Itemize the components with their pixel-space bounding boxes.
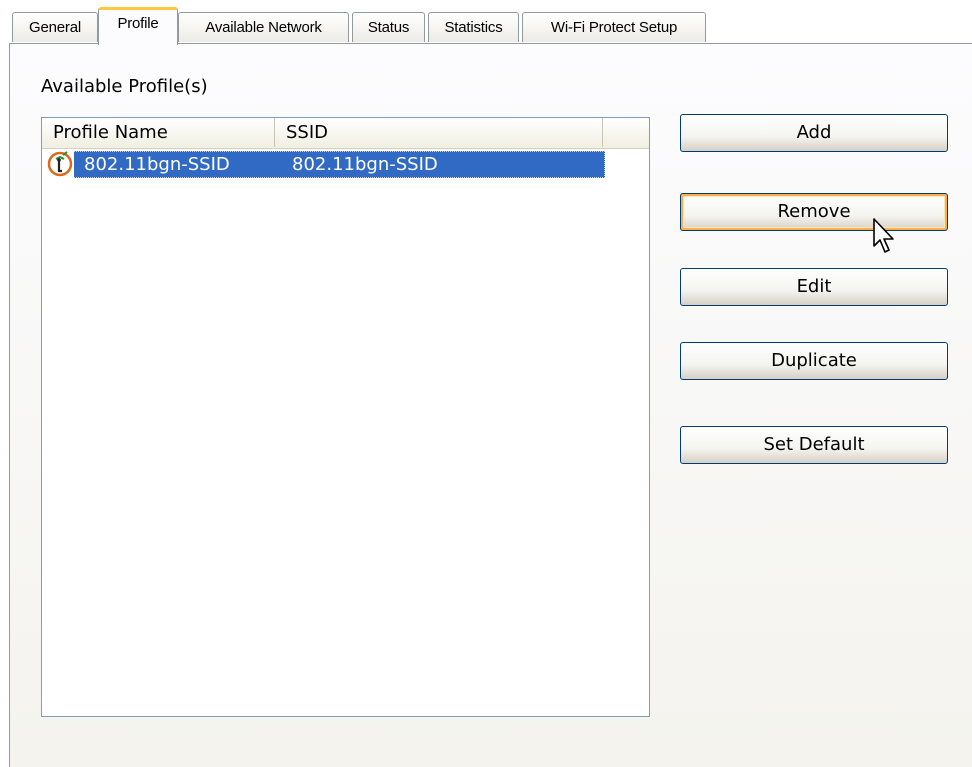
table-row[interactable]: 802.11bgn-SSID 802.11bgn-SSID (46, 150, 605, 178)
arrow-cursor-icon (872, 218, 896, 260)
ssid-cell: 802.11bgn-SSID (292, 154, 438, 175)
remove-button[interactable]: Remove (680, 193, 948, 231)
tab-general[interactable]: General (12, 12, 98, 42)
list-header: Profile Name SSID (42, 118, 649, 149)
wireless-profile-icon (46, 150, 74, 178)
duplicate-button[interactable]: Duplicate (680, 342, 948, 380)
tab-strip: General Profile Available Network Status… (0, 0, 972, 45)
tab-available-network[interactable]: Available Network (178, 12, 349, 42)
available-profiles-label: Available Profile(s) (41, 76, 208, 97)
tab-statistics[interactable]: Statistics (428, 12, 519, 42)
profile-name-cell: 802.11bgn-SSID (84, 154, 230, 175)
edit-button[interactable]: Edit (680, 268, 948, 306)
add-button[interactable]: Add (680, 114, 948, 152)
set-default-button[interactable]: Set Default (680, 426, 948, 464)
tab-wifi-protect-setup[interactable]: Wi-Fi Protect Setup (522, 12, 706, 42)
tab-profile[interactable]: Profile (98, 7, 178, 45)
column-header-profile-name[interactable]: Profile Name (42, 118, 275, 147)
column-header-ssid[interactable]: SSID (275, 118, 603, 147)
tab-status[interactable]: Status (352, 12, 425, 42)
profile-list[interactable]: Profile Name SSID 802.11bgn-SSID 802.11b… (41, 117, 650, 717)
